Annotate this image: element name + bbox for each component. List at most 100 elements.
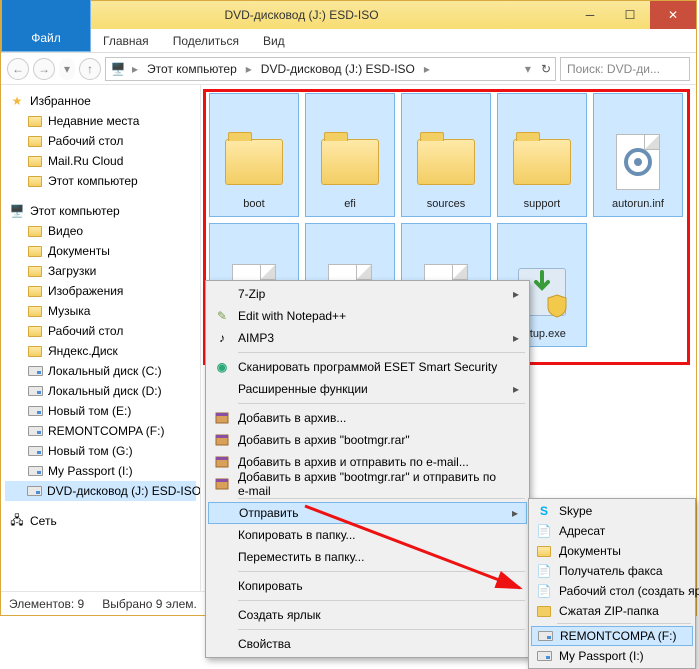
submenu-item[interactable]: 📄Рабочий стол (создать ярлык): [531, 581, 693, 601]
chevron-right-icon: ▸: [513, 287, 519, 301]
tree-item[interactable]: Рабочий стол: [5, 131, 196, 151]
forward-button[interactable]: →: [33, 58, 55, 80]
tree-item[interactable]: Видео: [5, 221, 196, 241]
folder-icon: [27, 173, 43, 189]
breadcrumb[interactable]: Этот компьютер: [144, 62, 240, 76]
submenu-item[interactable]: Документы: [531, 541, 693, 561]
menu-item[interactable]: ◉Сканировать программой ESET Smart Secur…: [208, 356, 527, 378]
folder-icon: [27, 323, 43, 339]
tree-network[interactable]: 🖧 Сеть: [5, 511, 196, 531]
notepad-icon: ✎: [214, 308, 230, 324]
aimp-icon: ♪: [214, 330, 230, 346]
menu-item[interactable]: Добавить в архив "bootmgr.rar" и отправи…: [208, 473, 527, 495]
folder-icon: [27, 263, 43, 279]
tree-item[interactable]: Изображения: [5, 281, 196, 301]
menu-item[interactable]: Свойства: [208, 633, 527, 655]
skype-icon: S: [536, 503, 552, 519]
menu-item[interactable]: Копировать в папку...: [208, 524, 527, 546]
drive-icon: [27, 363, 43, 379]
tab-share[interactable]: Поделиться: [161, 30, 251, 52]
menu-item[interactable]: Копировать: [208, 575, 527, 597]
maximize-button[interactable]: ☐: [610, 1, 650, 29]
breadcrumb[interactable]: DVD-дисковод (J:) ESD-ISO: [258, 62, 418, 76]
submenu-item[interactable]: 📄Адресат: [531, 521, 693, 541]
menu-item[interactable]: Добавить в архив "bootmgr.rar": [208, 429, 527, 451]
tree-item[interactable]: Новый том (G:): [5, 441, 196, 461]
tree-item[interactable]: DVD-дисковод (J:) ESD-ISO: [5, 481, 196, 501]
folder-icon: [27, 243, 43, 259]
folder-icon: [27, 303, 43, 319]
tree-item[interactable]: Документы: [5, 241, 196, 261]
menu-item[interactable]: Создать ярлык: [208, 604, 527, 626]
tree-computer[interactable]: 🖥️ Этот компьютер: [5, 201, 196, 221]
file-icon: [510, 130, 574, 194]
drive-icon: [27, 443, 43, 459]
submenu-item[interactable]: 📄Получатель факса: [531, 561, 693, 581]
drive-icon: [27, 383, 43, 399]
fax-icon: 📄: [536, 563, 552, 579]
tree-item[interactable]: Mail.Ru Cloud: [5, 151, 196, 171]
up-button[interactable]: ↑: [79, 58, 101, 80]
drive-icon: [27, 423, 43, 439]
drive-icon: [27, 403, 43, 419]
rar-icon: [214, 476, 230, 492]
pc-icon: 🖥️: [110, 61, 126, 77]
chevron-right-icon: ▸: [513, 382, 519, 396]
menu-item[interactable]: Переместить в папку...: [208, 546, 527, 568]
menu-item[interactable]: Добавить в архив...: [208, 407, 527, 429]
mail-icon: 📄: [536, 523, 552, 539]
folder-icon: [27, 223, 43, 239]
history-dropdown[interactable]: ▾: [59, 58, 75, 80]
tree-item[interactable]: My Passport (I:): [5, 461, 196, 481]
menu-item[interactable]: Расширенные функции▸: [208, 378, 527, 400]
menu-item[interactable]: 7-Zip▸: [208, 283, 527, 305]
submenu-item[interactable]: Сжатая ZIP-папка: [531, 601, 693, 621]
file-icon: [318, 130, 382, 194]
menu-item[interactable]: ✎Edit with Notepad++: [208, 305, 527, 327]
ribbon: Файл Главная Поделиться Вид: [1, 29, 696, 53]
tree-favorites[interactable]: ★ Избранное: [5, 91, 196, 111]
submenu-item[interactable]: My Passport (I:): [531, 646, 693, 666]
submenu-item[interactable]: REMONTCOMPA (F:): [531, 626, 693, 646]
tree-item[interactable]: Недавние места: [5, 111, 196, 131]
drive-icon: [536, 648, 552, 664]
folder-icon: [27, 343, 43, 359]
file-icon: [222, 130, 286, 194]
folder-icon: [27, 283, 43, 299]
tab-file[interactable]: Файл: [1, 0, 91, 52]
tree-item[interactable]: Этот компьютер: [5, 171, 196, 191]
tree-item[interactable]: Новый том (E:): [5, 401, 196, 421]
tree-item[interactable]: Загрузки: [5, 261, 196, 281]
refresh-icon[interactable]: ↻: [535, 62, 551, 76]
back-button[interactable]: ←: [7, 58, 29, 80]
address-bar[interactable]: 🖥️ ▸ Этот компьютер ▸ DVD-дисковод (J:) …: [105, 57, 556, 81]
tab-view[interactable]: Вид: [251, 30, 297, 52]
folder-icon: [27, 113, 43, 129]
desktop-icon: 📄: [536, 583, 552, 599]
addr-dropdown-icon[interactable]: ▾: [525, 62, 531, 76]
submenu-item[interactable]: SSkype: [531, 501, 693, 521]
search-placeholder: Поиск: DVD-ди...: [567, 62, 660, 76]
window-title: DVD-дисковод (J:) ESD-ISO: [33, 8, 570, 22]
network-icon: 🖧: [9, 513, 25, 529]
tree-item[interactable]: REMONTCOMPA (F:): [5, 421, 196, 441]
titlebar[interactable]: DVD-дисковод (J:) ESD-ISO ─ ☐ ✕: [1, 1, 696, 29]
eset-icon: ◉: [214, 359, 230, 375]
tree-item[interactable]: Яндекс.Диск: [5, 341, 196, 361]
tab-home[interactable]: Главная: [91, 30, 161, 52]
tree-item[interactable]: Локальный диск (C:): [5, 361, 196, 381]
navbar: ← → ▾ ↑ 🖥️ ▸ Этот компьютер ▸ DVD-дисков…: [1, 53, 696, 85]
menu-item[interactable]: Отправить▸: [208, 502, 527, 524]
tree-item[interactable]: Локальный диск (D:): [5, 381, 196, 401]
zip-icon: [536, 603, 552, 619]
menu-item[interactable]: ♪AIMP3▸: [208, 327, 527, 349]
minimize-button[interactable]: ─: [570, 1, 610, 29]
search-input[interactable]: Поиск: DVD-ди...: [560, 57, 690, 81]
folder-icon: [27, 133, 43, 149]
tree-item[interactable]: Рабочий стол: [5, 321, 196, 341]
rar-icon: [214, 454, 230, 470]
tree-item[interactable]: Музыка: [5, 301, 196, 321]
close-button[interactable]: ✕: [650, 1, 696, 29]
rar-icon: [214, 410, 230, 426]
folder-icon: [27, 153, 43, 169]
